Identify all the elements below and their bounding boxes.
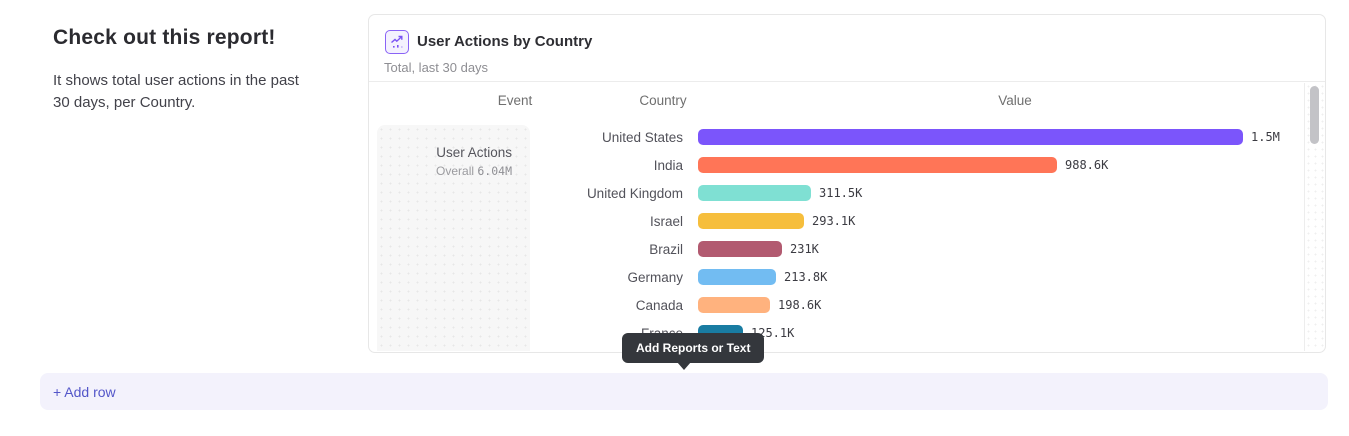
- value-bar: [698, 129, 1243, 145]
- country-label: Germany: [370, 270, 683, 285]
- scrollbar-track[interactable]: [1304, 83, 1324, 351]
- value-label: 213.8K: [784, 270, 827, 284]
- bar-row: United States 1.5M: [370, 123, 1302, 151]
- country-label: United Kingdom: [370, 186, 683, 201]
- bar-row: Germany 213.8K: [370, 263, 1302, 291]
- value-bar: [698, 241, 782, 257]
- bar-rows: United States 1.5M India 988.6K United Kingd…: [370, 123, 1302, 347]
- bar-row: India 988.6K: [370, 151, 1302, 179]
- page-title: Check out this report!: [53, 26, 303, 50]
- country-label: Brazil: [370, 242, 683, 257]
- page-description: It shows total user actions in the past …: [53, 70, 303, 114]
- add-reports-tooltip: Add Reports or Text: [622, 333, 764, 363]
- value-label: 311.5K: [819, 186, 862, 200]
- value-bar: [698, 185, 811, 201]
- value-bar: [698, 269, 776, 285]
- bar-row: Israel 293.1K: [370, 207, 1302, 235]
- value-label: 988.6K: [1065, 158, 1108, 172]
- country-label: Canada: [370, 298, 683, 313]
- country-label: United States: [370, 130, 683, 145]
- bar-row: Brazil 231K: [370, 235, 1302, 263]
- value-label: 293.1K: [812, 214, 855, 228]
- column-header-value: Value: [955, 93, 1075, 108]
- chart-icon: [385, 30, 409, 54]
- report-card-subtitle: Total, last 30 days: [384, 60, 488, 75]
- scrollbar-thumb[interactable]: [1310, 86, 1319, 144]
- report-card-header: User Actions by Country Total, last 30 d…: [369, 15, 1325, 82]
- tooltip-caret-icon: [677, 362, 691, 370]
- value-bar: [698, 157, 1057, 173]
- bar-row: Canada 198.6K: [370, 291, 1302, 319]
- report-card-title: User Actions by Country: [417, 33, 592, 50]
- column-header-event: Event: [455, 93, 575, 108]
- country-label: Israel: [370, 214, 683, 229]
- country-label: India: [370, 158, 683, 173]
- intro-block: Check out this report! It shows total us…: [53, 26, 303, 114]
- value-label: 1.5M: [1251, 130, 1280, 144]
- value-label: 198.6K: [778, 298, 821, 312]
- column-header-country: Country: [603, 93, 723, 108]
- value-bar: [698, 213, 804, 229]
- add-row-button[interactable]: + Add row: [40, 373, 1328, 410]
- report-card[interactable]: User Actions by Country Total, last 30 d…: [368, 14, 1326, 353]
- bar-row: France125.1K: [370, 319, 1302, 347]
- report-page: Check out this report! It shows total us…: [0, 0, 1349, 436]
- bar-row: United Kingdom 311.5K: [370, 179, 1302, 207]
- report-table: Event Country Value User Actions Overall…: [370, 83, 1324, 351]
- value-bar: [698, 297, 770, 313]
- add-row-label: + Add row: [53, 384, 116, 400]
- value-label: 231K: [790, 242, 819, 256]
